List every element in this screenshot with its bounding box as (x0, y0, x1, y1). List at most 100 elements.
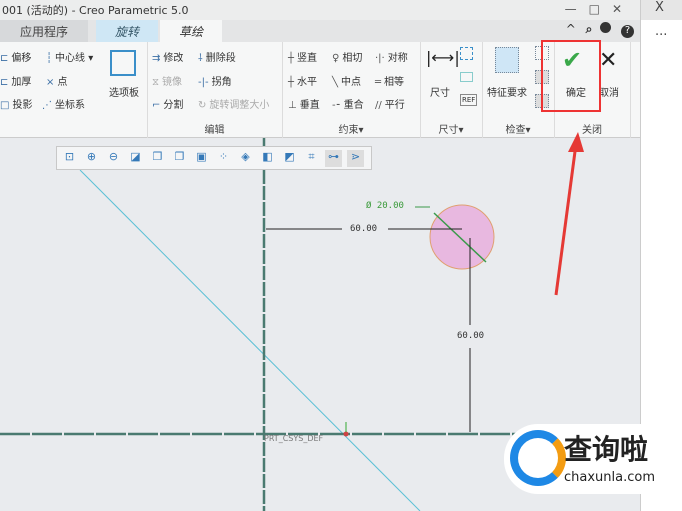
parallel-constraint[interactable]: //平行 (375, 96, 405, 111)
help-icon[interactable]: ? (621, 25, 634, 38)
more-button[interactable]: ... (655, 24, 667, 39)
watermark: 查询啦 chaxunla.com (504, 424, 682, 494)
midpoint-icon: ╲ (332, 77, 339, 88)
rotate-resize-button[interactable]: ↻ 旋转调整大小 (198, 96, 269, 111)
modify-button[interactable]: ⇉ 修改 (152, 49, 183, 64)
perpendicular-constraint[interactable]: ⊥ 垂直 (288, 96, 320, 111)
origin-point (343, 431, 349, 437)
vertical-constraint[interactable]: ┼ 竖直 (288, 49, 317, 64)
datum-display-icon[interactable]: ⁘ (215, 150, 232, 167)
csys-button[interactable]: ⋰ 坐标系 (42, 96, 85, 111)
horizontal-dimension[interactable]: 60.00 (350, 224, 377, 234)
vertex-display-icon[interactable]: ⋗ (347, 150, 364, 167)
highlight-box (541, 40, 601, 112)
baseline-icon[interactable] (460, 47, 473, 60)
vertical-dimension[interactable]: 60.00 (457, 331, 484, 341)
cancel-button[interactable]: 取消 (599, 84, 619, 99)
rotate-resize-icon: ↻ (198, 100, 207, 111)
window-title: 001 (活动的) - Creo Parametric 5.0 (0, 0, 640, 20)
repaint-icon[interactable]: ◪ (127, 150, 144, 167)
spin-center-icon[interactable]: ◧ (259, 150, 276, 167)
coincident-icon: -⁃ (332, 100, 341, 111)
project-icon: □ (0, 100, 10, 111)
construction-line (79, 169, 421, 511)
corner-icon: -|- (198, 77, 209, 88)
csys-label: PRT_CSYS_DEF (264, 434, 324, 443)
tab-sketch[interactable]: 草绘 (160, 20, 222, 42)
offset-icon: ⊏ (0, 53, 9, 64)
parallel-icon: // (375, 100, 382, 111)
tangent-constraint[interactable]: ♀ 相切 (332, 49, 362, 64)
reference-icon[interactable] (460, 72, 473, 82)
edit-group-label: 编辑 (204, 125, 225, 136)
centerline-button[interactable]: ┆ 中心线 ▾ (46, 49, 93, 64)
palette-button[interactable]: 选项板 (109, 84, 139, 99)
point-icon: × (46, 77, 55, 88)
sketcher-display-icon[interactable]: ⌗ (303, 150, 320, 167)
mirror-button[interactable]: ⧖ 镜像 (152, 73, 182, 88)
coincident-constraint[interactable]: -⁃ 重合 (332, 96, 364, 111)
dimension-group-label[interactable]: 尺寸▾ (420, 121, 482, 136)
watermark-logo-icon (510, 430, 566, 486)
midpoint-constraint[interactable]: ╲ 中点 (332, 73, 361, 88)
perpendicular-icon: ⊥ (288, 100, 297, 111)
refit-icon[interactable]: ⊡ (61, 150, 78, 167)
display-style-icon[interactable]: ❒ (149, 150, 166, 167)
horizontal-constraint[interactable]: ┼ 水平 (288, 73, 317, 88)
tangent-icon: ♀ (332, 53, 340, 64)
zoom-in-icon[interactable]: ⊕ (83, 150, 100, 167)
diameter-dimension[interactable]: Ø 20.00 (366, 201, 404, 211)
modify-icon: ⇉ (152, 53, 161, 64)
horizontal-icon: ┼ (288, 77, 295, 88)
sketch-view-icon[interactable]: ◩ (281, 150, 298, 167)
symmetric-constraint[interactable]: ·|· 对称 (375, 49, 408, 64)
graphics-toolbar: ⊡ ⊕ ⊖ ◪ ❒ ❐ ▣ ⁘ ◈ ◧ ◩ ⌗ ⊶ ⋗ (56, 146, 372, 170)
palette-icon[interactable] (110, 50, 136, 76)
symmetric-icon: ·|· (375, 53, 385, 64)
quick-access: ^ ⌕ ? (566, 22, 634, 38)
watermark-name: 查询啦 (564, 433, 649, 466)
delete-segment-icon: ⸸ (198, 53, 203, 64)
zoom-out-icon[interactable]: ⊖ (105, 150, 122, 167)
equal-icon: ═ (375, 77, 382, 88)
watermark-url: chaxunla.com (564, 470, 655, 485)
tab-revolve[interactable]: 旋转 (96, 20, 158, 42)
minimize-button[interactable]: — (565, 2, 589, 16)
thicken-button[interactable]: ⊏ 加厚 (0, 73, 31, 88)
cancel-x-icon[interactable]: ✕ (599, 48, 617, 73)
centerline-icon: ┆ (46, 53, 53, 64)
dimension-icon: |⟷| (426, 48, 460, 67)
collapse-ribbon-icon[interactable]: ^ (566, 22, 576, 36)
csys-icon: ⋰ (42, 100, 52, 111)
offset-button[interactable]: ⊏ 偏移 (0, 49, 31, 64)
corner-button[interactable]: -|- 拐角 (198, 73, 232, 88)
tab-applications[interactable]: 应用程序 (0, 20, 88, 42)
window-controls[interactable]: —□✕ (565, 2, 634, 16)
close-button[interactable]: ✕ (612, 2, 634, 16)
panel-close-button[interactable]: X (655, 0, 664, 15)
mirror-icon: ⧖ (152, 77, 160, 88)
search-icon[interactable]: ⌕ (586, 22, 593, 36)
community-icon[interactable] (600, 22, 612, 33)
view-manager-icon[interactable]: ▣ (193, 150, 210, 167)
annotation-display-icon[interactable]: ◈ (237, 150, 254, 167)
constrain-group-label[interactable]: 约束▾ (282, 121, 420, 136)
feature-requirements-button[interactable]: 特征要求 (487, 84, 527, 99)
equal-constraint[interactable]: ═ 相等 (375, 73, 404, 88)
point-button[interactable]: × 点 (46, 73, 67, 88)
inspect-group-label[interactable]: 检查▾ (482, 121, 554, 136)
divide-icon: ⌐ (152, 100, 161, 111)
thicken-icon: ⊏ (0, 77, 9, 88)
red-arrow (554, 132, 584, 296)
dimension-button[interactable]: 尺寸 (430, 84, 450, 99)
constraint-display-icon[interactable]: ⊶ (325, 150, 342, 167)
maximize-button[interactable]: □ (589, 2, 612, 16)
ribbon-tabs: 应用程序 旋转 草绘 (0, 20, 640, 42)
project-button[interactable]: □ 投影 (0, 96, 32, 111)
vertical-icon: ┼ (288, 53, 295, 64)
divide-button[interactable]: ⌐ 分割 (152, 96, 183, 111)
ref-dimension-icon[interactable]: REF (460, 94, 478, 106)
feature-requirements-icon (495, 47, 519, 73)
delete-segment-button[interactable]: ⸸ 删除段 (198, 49, 236, 64)
saved-views-icon[interactable]: ❐ (171, 150, 188, 167)
